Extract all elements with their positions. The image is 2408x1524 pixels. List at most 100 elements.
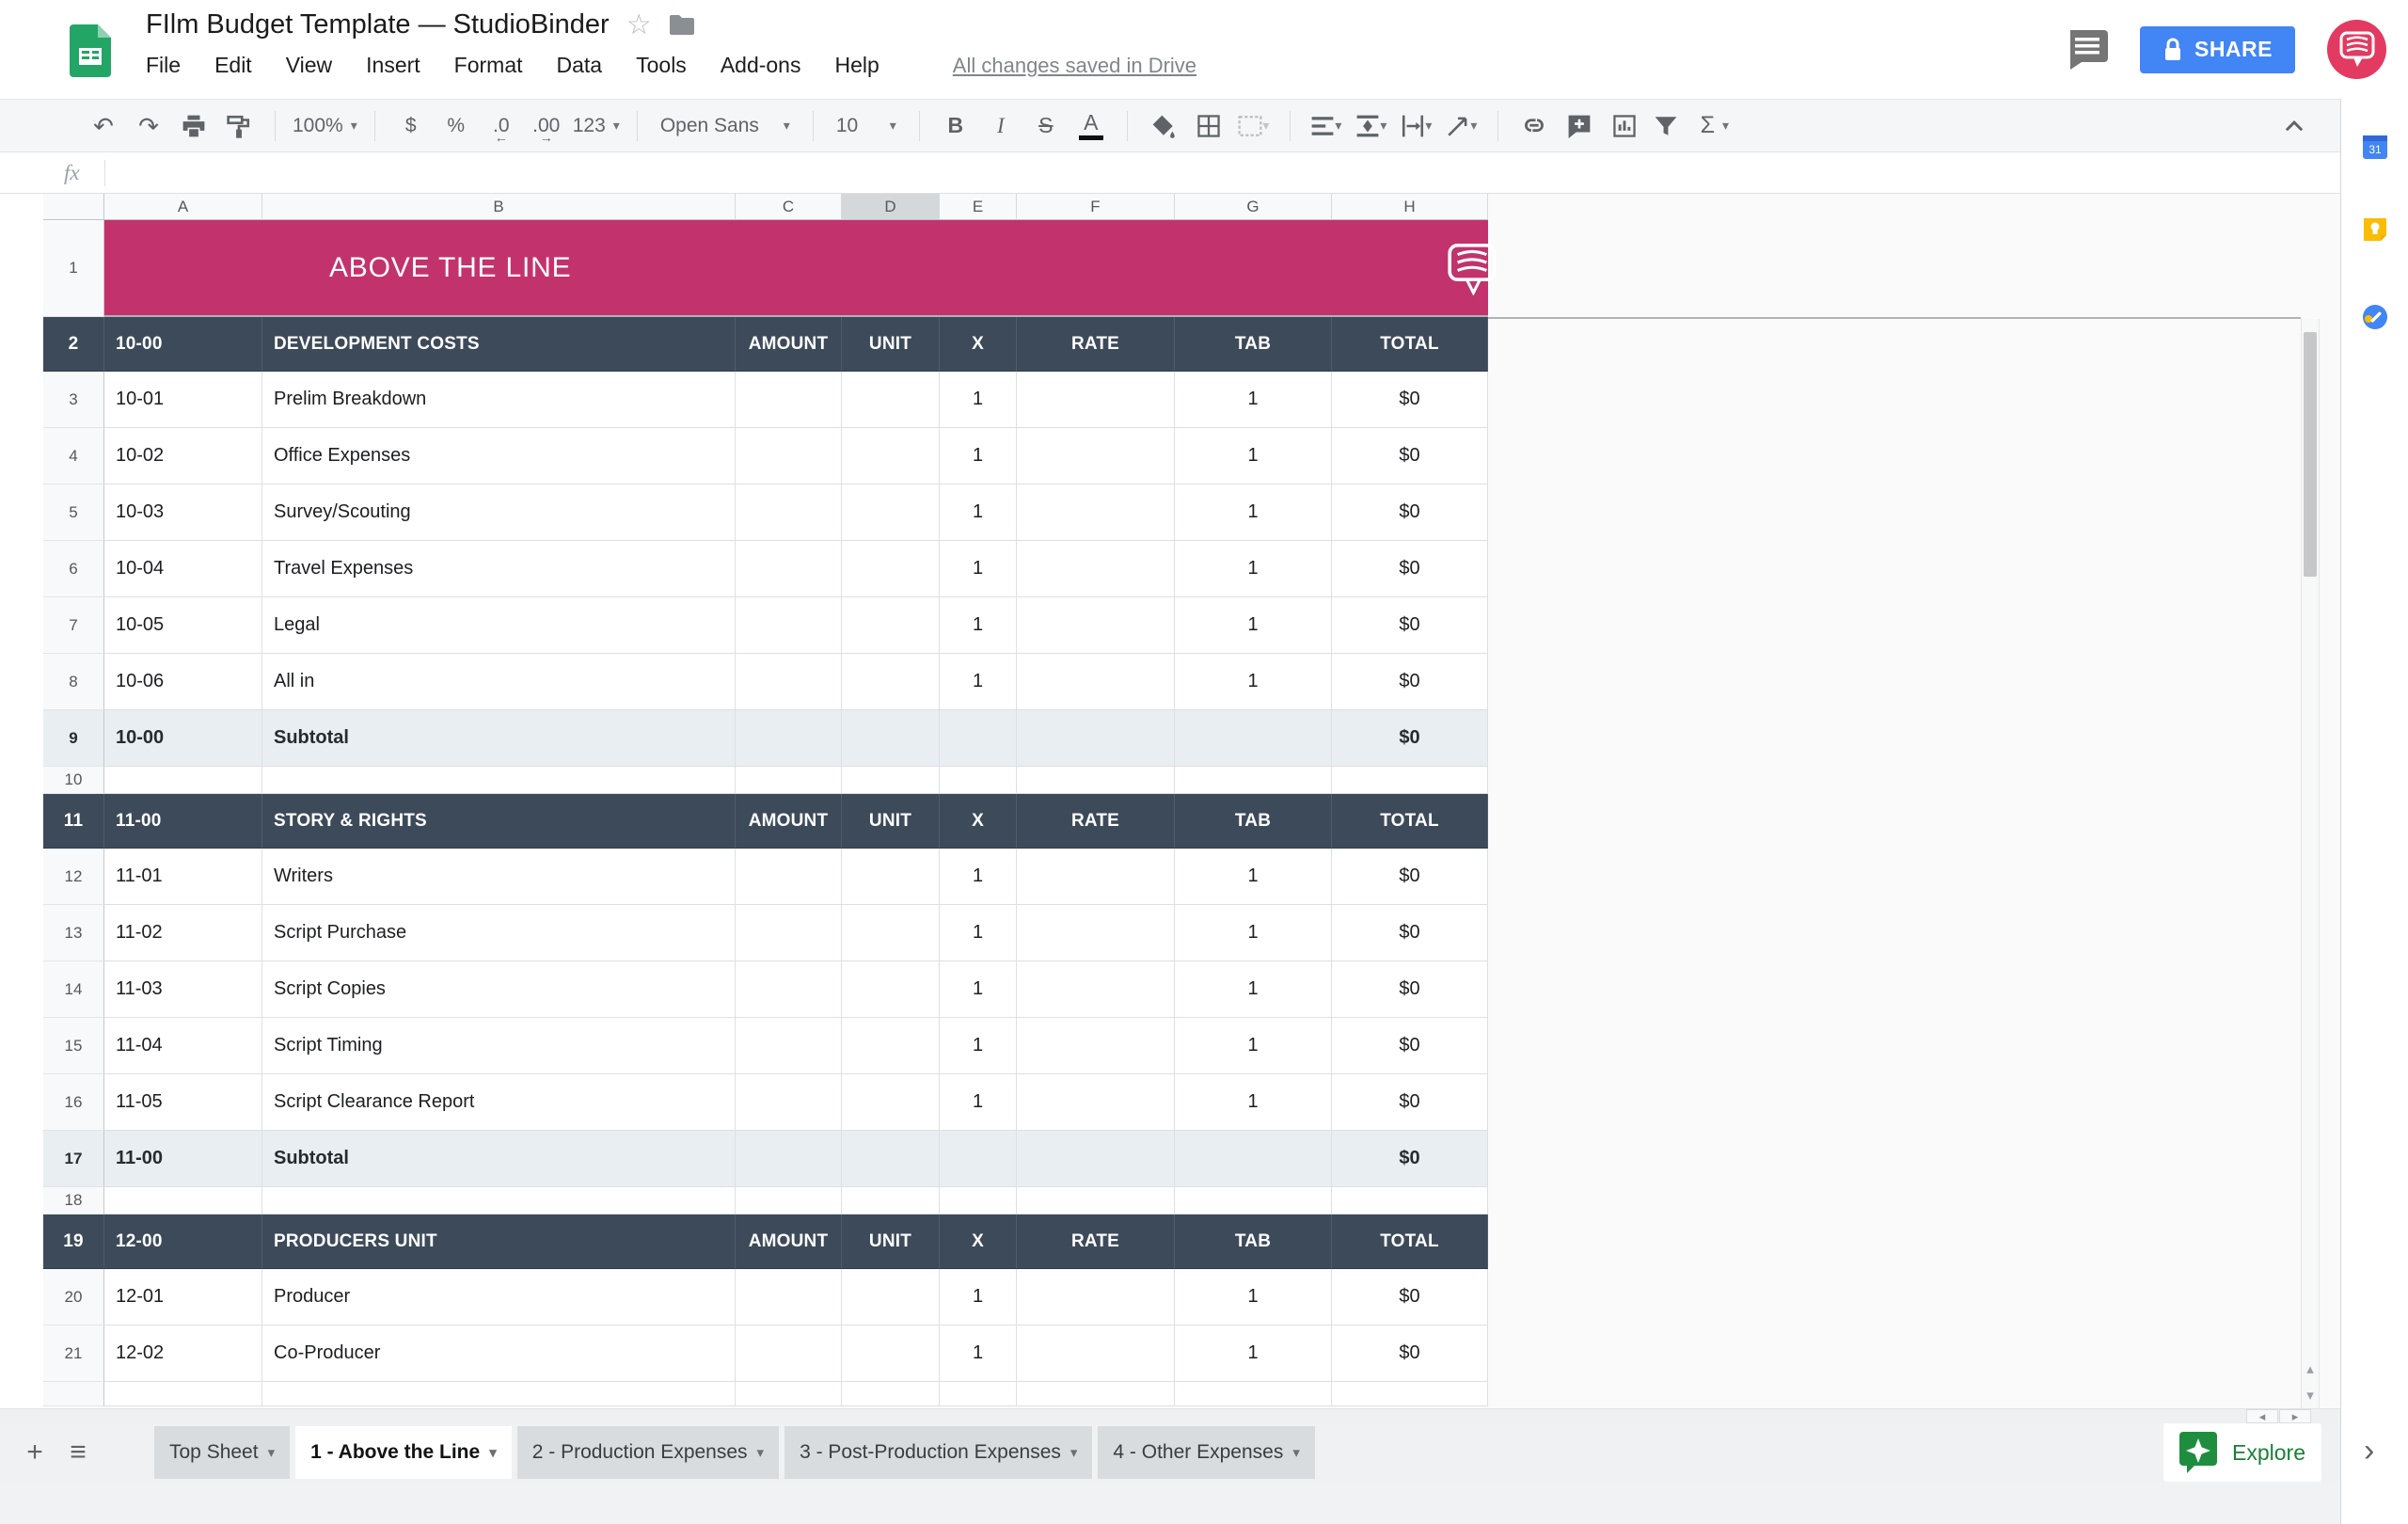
cell-total[interactable]: $0	[1332, 541, 1488, 597]
cell-header-unit[interactable]: UNIT	[842, 317, 940, 372]
cell-rate[interactable]	[1017, 1269, 1175, 1326]
cell-unit[interactable]	[842, 961, 940, 1018]
cell-empty[interactable]	[1017, 767, 1175, 794]
cell-amount[interactable]	[736, 372, 842, 428]
cell-rate[interactable]	[1017, 1074, 1175, 1131]
cell-tab[interactable]: 1	[1175, 905, 1332, 961]
sheet-tab-1-above-the-line[interactable]: 1 - Above the Line▾	[295, 1426, 512, 1479]
cell-empty[interactable]	[940, 767, 1017, 794]
cell-line-item[interactable]: Script Purchase	[262, 905, 736, 961]
cell-line-item[interactable]: Travel Expenses	[262, 541, 736, 597]
cell-amount[interactable]	[736, 961, 842, 1018]
cell-header-x[interactable]: X	[940, 1214, 1017, 1269]
cell-unit[interactable]	[842, 849, 940, 905]
tab-menu-caret-icon[interactable]: ▾	[1070, 1444, 1078, 1461]
cell-total[interactable]: $0	[1332, 1018, 1488, 1074]
scroll-left-icon[interactable]: ◂	[2246, 1409, 2278, 1423]
all-sheets-button[interactable]: ≡	[56, 1437, 100, 1468]
star-icon[interactable]: ☆	[626, 11, 652, 40]
cell-account-code[interactable]: 10-05	[104, 597, 262, 654]
tab-menu-caret-icon[interactable]: ▾	[1292, 1444, 1300, 1461]
cell-unit[interactable]	[842, 597, 940, 654]
cell-line-item[interactable]: Prelim Breakdown	[262, 372, 736, 428]
italic-button[interactable]: I	[982, 105, 1020, 147]
row-number[interactable]: 20	[43, 1269, 104, 1326]
cell-total[interactable]: $0	[1332, 1326, 1488, 1382]
cell-total[interactable]: $0	[1332, 1269, 1488, 1326]
scroll-down-icon[interactable]: ▾	[2302, 1382, 2319, 1408]
cell-header-tab[interactable]: TAB	[1175, 1214, 1332, 1269]
cell-empty[interactable]	[842, 1131, 940, 1187]
explore-button[interactable]: Explore	[2163, 1423, 2321, 1482]
cell-empty[interactable]	[940, 710, 1017, 767]
row-number[interactable]: 15	[43, 1018, 104, 1074]
row-number[interactable]: 3	[43, 372, 104, 428]
cell-unit[interactable]	[842, 1326, 940, 1382]
cell-empty[interactable]	[736, 1131, 842, 1187]
row-number[interactable]: 18	[43, 1187, 104, 1214]
row-number[interactable]: 8	[43, 654, 104, 710]
cell-account-code[interactable]: 10-01	[104, 372, 262, 428]
cell-total[interactable]: $0	[1332, 654, 1488, 710]
cell-unit[interactable]	[842, 428, 940, 484]
cell-empty[interactable]	[104, 1187, 262, 1214]
cell-empty[interactable]	[1175, 710, 1332, 767]
cell-x[interactable]: 1	[940, 1018, 1017, 1074]
sheet-tab-4-other-expenses[interactable]: 4 - Other Expenses▾	[1098, 1426, 1314, 1479]
cell-line-item[interactable]: Office Expenses	[262, 428, 736, 484]
cell-empty[interactable]	[940, 1187, 1017, 1214]
cell-account-code[interactable]: 12-01	[104, 1269, 262, 1326]
functions-menu[interactable]: Σ▾	[1696, 105, 1734, 147]
fill-color-icon[interactable]	[1145, 105, 1182, 147]
calendar-icon[interactable]: 31	[2362, 134, 2388, 160]
cell-empty[interactable]	[940, 1131, 1017, 1187]
cell-account-code[interactable]: 11-00	[104, 794, 262, 849]
text-wrap-icon[interactable]: ▾	[1398, 105, 1435, 147]
cell-empty[interactable]	[842, 710, 940, 767]
cell-rate[interactable]	[1017, 428, 1175, 484]
row-number[interactable]: 9	[43, 710, 104, 767]
cell-x[interactable]: 1	[940, 961, 1017, 1018]
cell-amount[interactable]	[736, 484, 842, 541]
vertical-align-icon[interactable]: ▾	[1353, 105, 1390, 147]
cell-line-item[interactable]: Legal	[262, 597, 736, 654]
column-header-c[interactable]: C	[736, 194, 842, 220]
save-status[interactable]: All changes saved in Drive	[953, 54, 1196, 78]
horizontal-align-icon[interactable]: ▾	[1307, 105, 1345, 147]
cell-rate[interactable]	[1017, 1326, 1175, 1382]
cell-amount[interactable]	[736, 541, 842, 597]
insert-comment-icon[interactable]	[1560, 105, 1598, 147]
cell-header-tab[interactable]: TAB	[1175, 794, 1332, 849]
scroll-right-icon[interactable]: ▸	[2279, 1409, 2311, 1423]
column-header-b[interactable]: B	[262, 194, 736, 220]
cell-line-item[interactable]: Script Copies	[262, 961, 736, 1018]
row-number[interactable]: 7	[43, 597, 104, 654]
cell-tab[interactable]: 1	[1175, 961, 1332, 1018]
sheet-tab-2-production-expenses[interactable]: 2 - Production Expenses▾	[517, 1426, 779, 1479]
column-header-h[interactable]: H	[1332, 194, 1488, 220]
cell-tab[interactable]: 1	[1175, 428, 1332, 484]
cell-x[interactable]: 1	[940, 1269, 1017, 1326]
menu-format[interactable]: Format	[454, 53, 523, 78]
cell-section-name[interactable]: DEVELOPMENT COSTS	[262, 317, 736, 372]
text-color-button[interactable]: A	[1072, 105, 1110, 147]
format-percent-button[interactable]: %	[437, 105, 475, 147]
row-number[interactable]: 12	[43, 849, 104, 905]
cell-account-code[interactable]: 12-02	[104, 1326, 262, 1382]
row-number[interactable]: 11	[43, 794, 104, 849]
cell-unit[interactable]	[842, 1269, 940, 1326]
redo-button[interactable]: ↷	[130, 105, 167, 147]
sheets-logo-icon[interactable]	[70, 24, 111, 77]
cell-x[interactable]: 1	[940, 484, 1017, 541]
strikethrough-button[interactable]: S	[1027, 105, 1065, 147]
number-format-menu[interactable]: 123▾	[573, 105, 620, 147]
cell-empty[interactable]	[1017, 1131, 1175, 1187]
cell-total[interactable]: $0	[1332, 484, 1488, 541]
cell-rate[interactable]	[1017, 849, 1175, 905]
add-sheet-button[interactable]: +	[13, 1437, 56, 1468]
cell-x[interactable]: 1	[940, 428, 1017, 484]
cell-account-code[interactable]: 11-04	[104, 1018, 262, 1074]
column-header-g[interactable]: G	[1175, 194, 1332, 220]
cell-unit[interactable]	[842, 484, 940, 541]
cell-amount[interactable]	[736, 849, 842, 905]
